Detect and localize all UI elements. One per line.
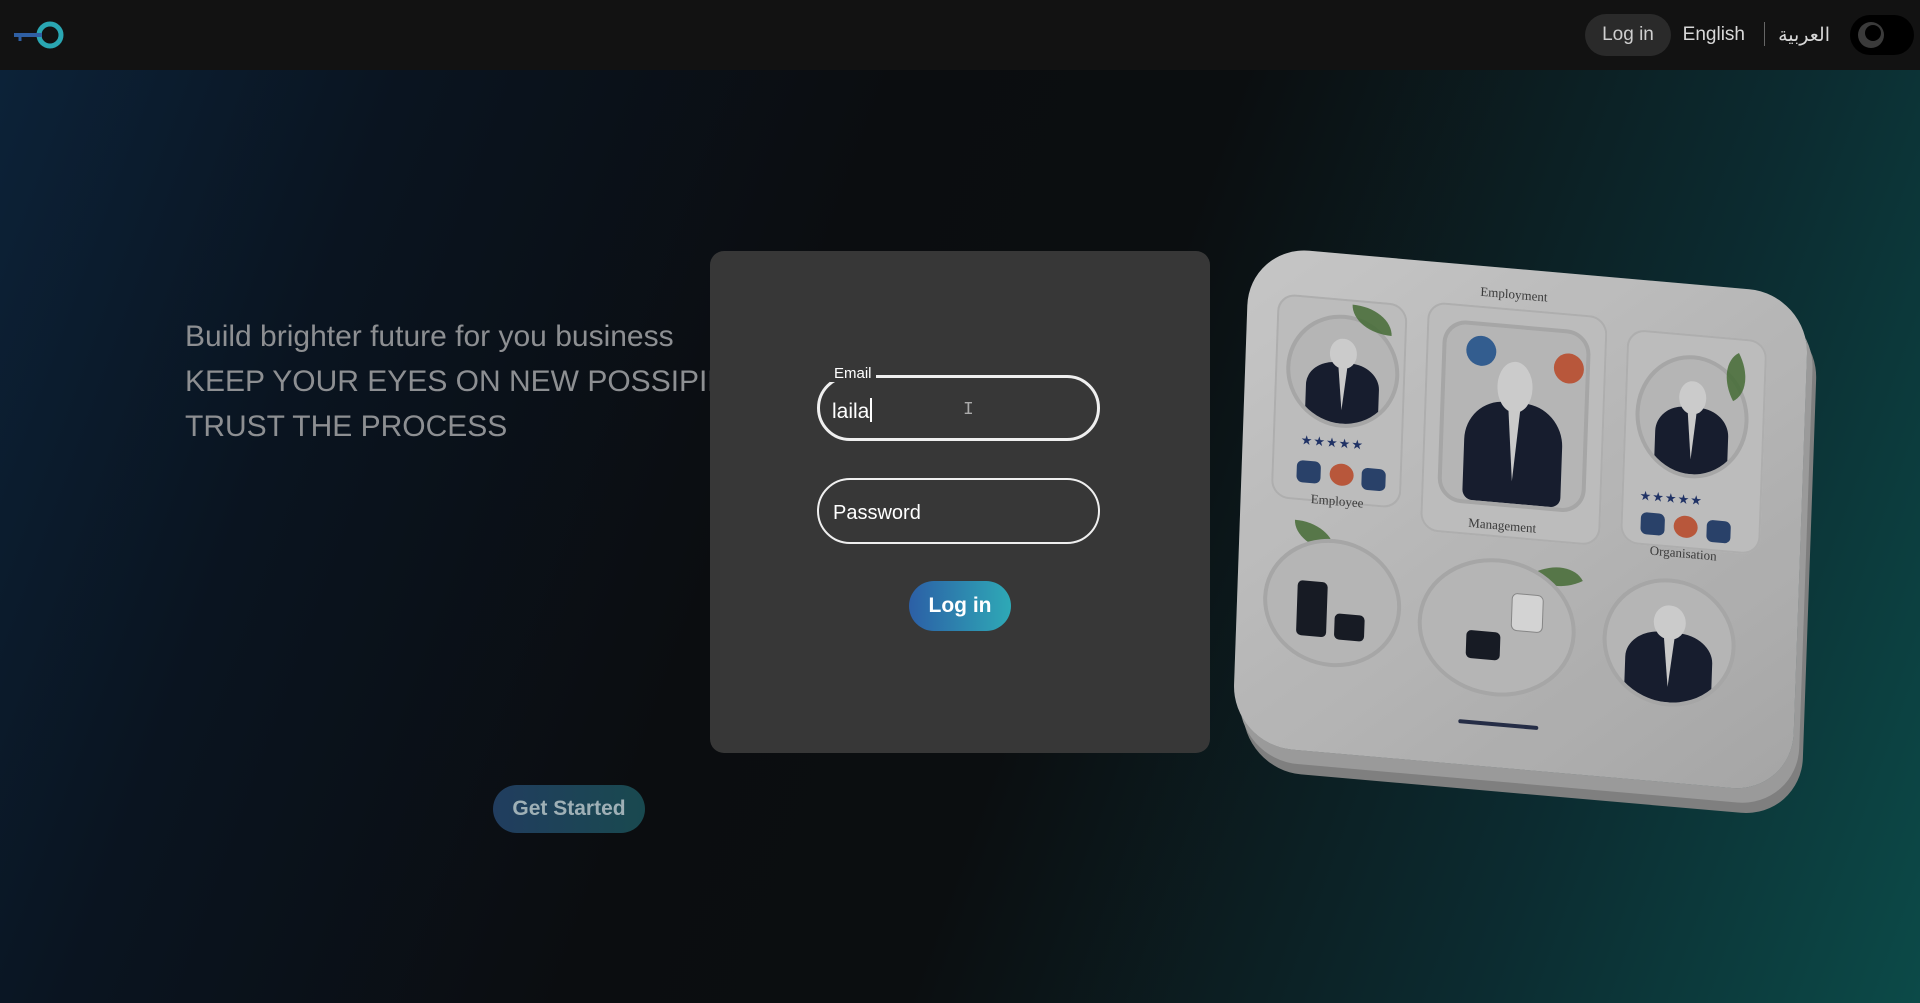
language-english-link[interactable]: English — [1683, 24, 1745, 46]
password-input[interactable]: Password — [833, 502, 921, 525]
email-label: Email — [830, 365, 876, 382]
text-caret — [870, 398, 873, 422]
hero-line-3: TRUST THE PROCESS — [185, 410, 508, 443]
language-arabic-link[interactable]: العربية — [1778, 24, 1830, 47]
hero-tagline: Build brighter future for you business K… — [185, 314, 710, 449]
hero-line-2: KEEP YOUR EYES ON NEW POSSIPILITIES — [185, 365, 710, 398]
email-value: laila — [832, 400, 870, 423]
theme-toggle[interactable] — [1850, 15, 1914, 55]
email-input[interactable]: laila — [832, 398, 873, 424]
illustration-overlay — [1231, 245, 1810, 794]
language-divider — [1764, 22, 1765, 46]
illustration-board: Employment ★★★★★ ★★★★★ Employee Manageme… — [1231, 245, 1810, 794]
login-submit-button[interactable]: Log in — [909, 581, 1011, 631]
nav-login-button[interactable]: Log in — [1585, 14, 1671, 56]
password-field[interactable]: Password — [817, 478, 1100, 544]
get-started-button[interactable]: Get Started — [493, 785, 645, 833]
hero-illustration: Employment ★★★★★ ★★★★★ Employee Manageme… — [1231, 245, 1824, 825]
key-logo-icon[interactable] — [12, 16, 68, 54]
top-navbar: Log in English العربية — [0, 0, 1920, 70]
email-field[interactable]: Email laila I — [817, 365, 1100, 441]
text-cursor-icon: I — [963, 400, 974, 420]
login-modal: Email laila I Password Log in — [710, 251, 1210, 753]
moon-icon — [1858, 22, 1884, 48]
hero-line-1: Build brighter future for you business — [185, 320, 674, 353]
